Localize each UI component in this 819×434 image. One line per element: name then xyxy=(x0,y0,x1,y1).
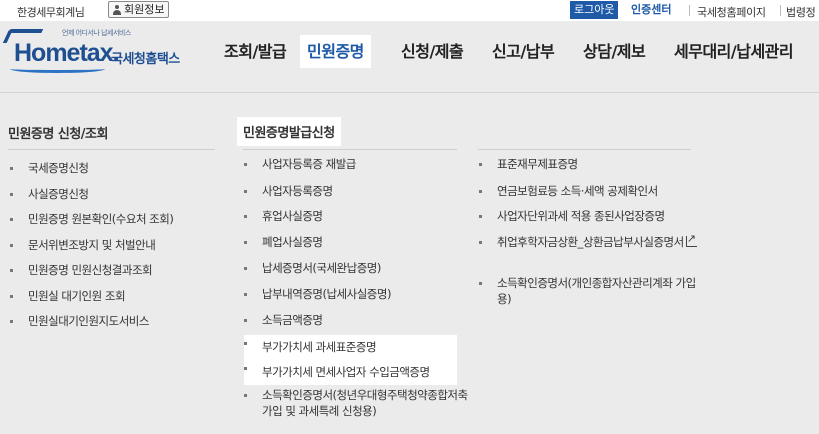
my-info-label: 회원정보 xyxy=(124,3,165,16)
column-title-civil-issue: 민원증명발급신청 xyxy=(237,117,341,146)
cert-center-link[interactable]: 인증센터 xyxy=(627,1,675,19)
menu-item[interactable]: 휴업사실증명 xyxy=(244,208,323,224)
menu-item[interactable]: 민원증명 민원신청결과조회 xyxy=(10,262,153,278)
menu-item-label: 취업후학자금상환_상환금납부사실증명서 xyxy=(497,235,684,249)
menu-item[interactable]: 사업자등록증명 xyxy=(244,183,333,199)
menu-item[interactable]: 납부내역증명(납세사실증명) xyxy=(244,286,391,302)
external-link-icon xyxy=(685,231,697,247)
logo-wordmark: Hometax. xyxy=(14,39,120,67)
gnb-consult-report[interactable]: 상담/제보 xyxy=(583,35,646,68)
mega-menu-panel: 민원증명 신청/조회 국세증명신청 사실증명신청 민원증명 원본확인(수요처 조… xyxy=(0,94,819,434)
header: 언제 어디서나 납세서비스 Hometax. 국세청홈택스 조회/발급 민원증명… xyxy=(0,21,819,93)
menu-item[interactable]: 민원증명 원본확인(수요처 조회) xyxy=(10,211,174,227)
menu-item[interactable]: 문서위변조방지 및 처벌안내 xyxy=(10,237,156,253)
divider xyxy=(8,149,215,150)
menu-item[interactable]: 사업자단위과세 적용 종된사업장증명 xyxy=(479,208,665,224)
menu-item[interactable]: 사실증명신청 xyxy=(10,186,89,202)
menu-item[interactable]: 소득확인증명서(개인종합자산관리계좌 가입용) xyxy=(479,275,701,307)
menu-item[interactable]: 소득확인증명서(청년우대형주택청약종합저축 가입 및 과세특례 신청용) xyxy=(244,387,469,419)
top-utility-bar: 한경세무회계님 회원정보 로그아웃 인증센터 국세청홈페이지 법령정 xyxy=(0,0,819,21)
menu-item[interactable]: 민원실대기인원지도서비스 xyxy=(10,313,149,329)
nts-homepage-link[interactable]: 국세청홈페이지 xyxy=(697,4,766,20)
menu-item[interactable]: 민원실 대기인원 조회 xyxy=(10,288,126,304)
menu-item[interactable]: 납세증명서(국세완납증명) xyxy=(244,260,381,276)
menu-item[interactable]: 국세증명신청 xyxy=(10,160,89,176)
my-info-button[interactable]: 회원정보 xyxy=(108,1,170,18)
logo-tagline: 언제 어디서나 납세서비스 xyxy=(62,29,131,37)
column-title-civil-inquiry: 민원증명 신청/조회 xyxy=(8,127,108,142)
menu-item-vat-standard-highlighted[interactable]: 부가가치세 과세표준증명 xyxy=(244,335,457,360)
law-link[interactable]: 법령정 xyxy=(786,4,816,20)
gnb-apply-submit[interactable]: 신청/제출 xyxy=(401,35,464,68)
menu-item[interactable]: 표준재무제표증명 xyxy=(479,156,578,172)
user-icon xyxy=(112,4,122,15)
user-greeting: 한경세무회계님 xyxy=(17,6,85,19)
hometax-logo[interactable]: 언제 어디서나 납세서비스 Hometax. 국세청홈택스 xyxy=(2,27,196,77)
divider xyxy=(689,5,690,16)
menu-item-vat-exempt-highlighted[interactable]: 부가가치세 면세사업자 수입금액증명 xyxy=(244,360,457,385)
menu-item-student-loan[interactable]: 취업후학자금상환_상환금납부사실증명서 xyxy=(479,231,701,250)
divider xyxy=(478,149,691,150)
gnb-civil-certificate[interactable]: 민원증명 xyxy=(300,35,371,68)
gnb-inquiry-issue[interactable]: 조회/발급 xyxy=(224,35,287,68)
logo-swoosh-icon xyxy=(10,65,105,73)
menu-item[interactable]: 연금보험료등 소득·세액 공제확인서 xyxy=(479,183,658,199)
logo-korean-name: 국세청홈택스 xyxy=(111,52,180,67)
divider xyxy=(243,149,457,150)
gnb-report-pay[interactable]: 신고/납부 xyxy=(492,35,555,68)
menu-item[interactable]: 소득금액증명 xyxy=(244,312,323,328)
menu-item[interactable]: 사업자등록증 재발급 xyxy=(244,156,356,172)
divider xyxy=(780,5,781,16)
logout-button[interactable]: 로그아웃 xyxy=(570,1,619,19)
gnb-tax-agent[interactable]: 세무대리/납세관리 xyxy=(674,35,794,68)
menu-item[interactable]: 폐업사실증명 xyxy=(244,234,323,250)
